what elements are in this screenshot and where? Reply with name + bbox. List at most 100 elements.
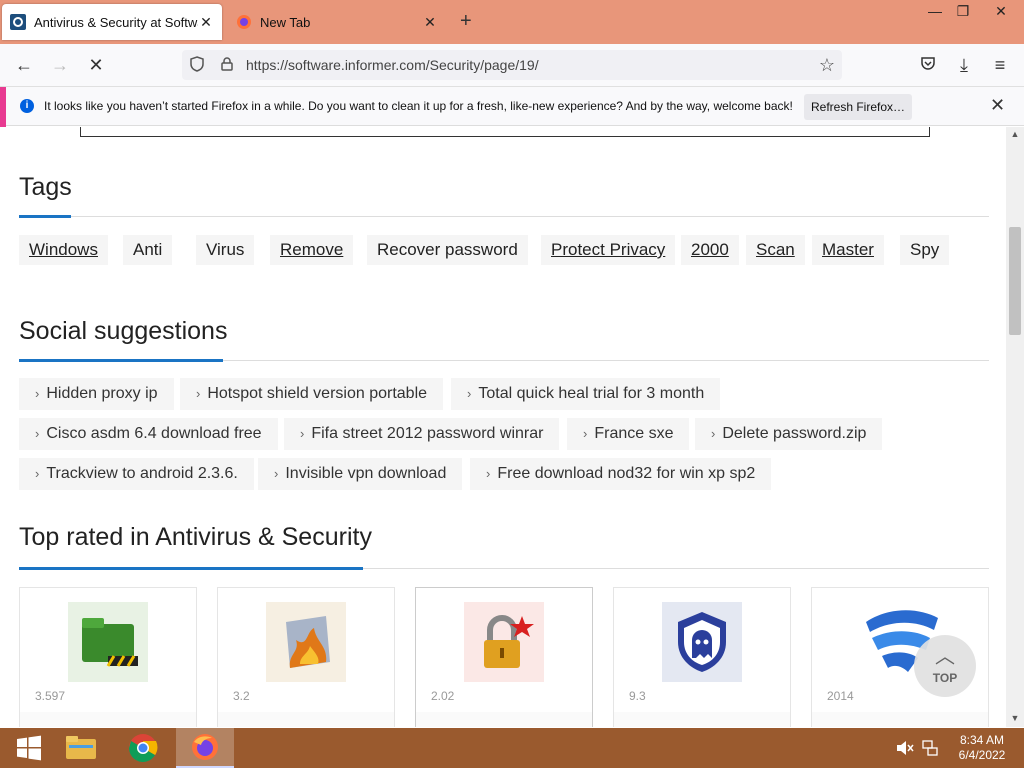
top-rated-divider	[19, 567, 989, 570]
forward-button[interactable]: →	[46, 52, 74, 78]
firefox-notification-bar: i It looks like you haven’t started Fire…	[0, 86, 1024, 127]
tag-2000[interactable]: 2000	[681, 235, 739, 265]
chrome-icon[interactable]	[114, 728, 172, 768]
scroll-down-arrow-icon[interactable]: ▼	[1006, 713, 1024, 723]
product-card[interactable]: 2.02	[415, 587, 593, 727]
tag-scan[interactable]: Scan	[746, 235, 805, 265]
product-version: 3.597	[35, 689, 66, 703]
tracking-shield-icon[interactable]	[182, 55, 212, 75]
tag-anti[interactable]: Anti	[123, 235, 173, 265]
top-label: TOP	[932, 671, 958, 685]
close-notification-icon[interactable]: ✕	[990, 95, 1005, 116]
tags-heading: Tags	[19, 173, 72, 201]
chevron-right-icon: ›	[35, 386, 40, 401]
product-version: 2014	[827, 689, 854, 703]
minimize-button[interactable]: —	[920, 0, 950, 22]
notification-message: It looks like you haven’t started Firefo…	[44, 99, 793, 113]
tag-protect-privacy[interactable]: Protect Privacy	[541, 235, 676, 265]
page-scrollbar[interactable]: ▲ ▼	[1006, 127, 1024, 727]
file-explorer-icon[interactable]	[52, 728, 110, 768]
chevron-right-icon: ›	[300, 426, 305, 441]
suggestion-link[interactable]: › Fifa street 2012 password winrar	[284, 418, 560, 450]
restore-button[interactable]: ❐	[948, 0, 978, 22]
scrollbar-thumb[interactable]	[1009, 227, 1021, 335]
info-icon: i	[20, 99, 34, 113]
chevron-right-icon: ›	[196, 386, 201, 401]
padlock-star-icon	[464, 602, 544, 682]
chevron-right-icon: ›	[486, 466, 491, 481]
back-button[interactable]: ←	[10, 52, 38, 78]
firefox-taskbar-icon[interactable]	[176, 728, 234, 768]
suggestion-link[interactable]: › Hotspot shield version portable	[180, 378, 444, 410]
close-window-button[interactable]: ✕	[986, 0, 1016, 22]
close-tab-icon[interactable]: ✕	[198, 14, 214, 31]
suggestion-link[interactable]: › Free download nod32 for win xp sp2	[470, 458, 772, 490]
card-footer	[20, 712, 196, 727]
chevron-right-icon: ›	[583, 426, 588, 441]
product-version: 3.2	[233, 689, 250, 703]
navigation-toolbar: ← → ✕ https://software.informer.com/Secu…	[0, 44, 1024, 86]
card-footer	[614, 712, 790, 727]
chevron-right-icon: ›	[711, 426, 716, 441]
product-card[interactable]: 3.2	[217, 587, 395, 727]
close-tab-icon[interactable]: ✕	[422, 14, 438, 31]
pocket-icon[interactable]	[914, 52, 942, 78]
software-informer-icon	[10, 14, 26, 30]
firefox-icon	[236, 14, 252, 30]
clock-time: 8:34 AM	[959, 733, 1005, 747]
product-version: 9.3	[629, 689, 646, 703]
chevron-up-icon: ︿	[935, 646, 955, 668]
new-tab-button[interactable]: +	[460, 11, 472, 31]
chevron-right-icon: ›	[35, 426, 40, 441]
refresh-firefox-button[interactable]: Refresh Firefox…	[804, 94, 912, 120]
tag-windows[interactable]: Windows	[19, 235, 108, 265]
downloads-icon[interactable]: ⤓	[950, 52, 978, 78]
tab-title: New Tab	[260, 14, 311, 30]
flame-shield-icon	[266, 602, 346, 682]
tab-new-tab[interactable]: New Tab ✕	[228, 4, 446, 40]
suggestion-link[interactable]: › Trackview to android 2.3.6.	[19, 458, 254, 490]
back-to-top-button[interactable]: ︿ TOP	[914, 635, 976, 697]
ghost-shield-icon	[662, 602, 742, 682]
tags-divider	[19, 215, 989, 218]
clock-date: 6/4/2022	[958, 748, 1006, 762]
tag-spy[interactable]: Spy	[900, 235, 950, 265]
chevron-right-icon: ›	[35, 466, 40, 481]
suggestion-link[interactable]: › Invisible vpn download	[258, 458, 463, 490]
lock-icon[interactable]	[212, 56, 242, 74]
product-card[interactable]: 9.3	[613, 587, 791, 727]
card-footer	[416, 712, 592, 727]
tag-virus[interactable]: Virus	[196, 235, 255, 265]
windows-start-icon[interactable]	[0, 728, 58, 768]
card-footer	[812, 712, 988, 727]
notification-accent	[0, 87, 6, 127]
system-clock[interactable]: 8:34 AM 6/4/2022	[952, 733, 1012, 763]
top-rated-heading: Top rated in Antivirus & Security	[19, 523, 372, 551]
windows-taskbar: 8:34 AM 6/4/2022	[0, 728, 1024, 768]
suggestion-link[interactable]: › France sxe	[567, 418, 690, 450]
tag-remove[interactable]: Remove	[270, 235, 354, 265]
tab-software-informer[interactable]: Antivirus & Security at Software Informe…	[2, 4, 222, 40]
url-bar[interactable]: https://software.informer.com/Security/p…	[182, 50, 842, 80]
ad-banner[interactable]	[80, 127, 930, 137]
menu-icon[interactable]: ≡	[986, 52, 1014, 78]
tab-title: Antivirus & Security at Software Informe…	[34, 14, 198, 30]
volume-muted-icon[interactable]	[896, 740, 914, 780]
green-folder-lock-icon	[68, 602, 148, 682]
social-divider	[19, 359, 989, 362]
tag-recover-password[interactable]: Recover password	[367, 235, 528, 265]
url-text[interactable]: https://software.informer.com/Security/p…	[242, 57, 812, 73]
network-icon[interactable]	[922, 740, 938, 780]
scroll-up-arrow-icon[interactable]: ▲	[1006, 129, 1024, 139]
bookmark-star-icon[interactable]: ☆	[812, 55, 842, 76]
tag-master[interactable]: Master	[812, 235, 884, 265]
social-suggestions-heading: Social suggestions	[19, 317, 228, 345]
product-card[interactable]: 3.597	[19, 587, 197, 727]
suggestion-link[interactable]: › Cisco asdm 6.4 download free	[19, 418, 278, 450]
suggestion-link[interactable]: › Hidden proxy ip	[19, 378, 174, 410]
suggestion-link[interactable]: › Total quick heal trial for 3 month	[451, 378, 721, 410]
suggestion-link[interactable]: › Delete password.zip	[695, 418, 883, 450]
stop-loading-button[interactable]: ✕	[82, 52, 110, 78]
page-content: Tags Windows Anti Virus Remove Recover p…	[0, 127, 1006, 727]
card-footer	[218, 712, 394, 727]
